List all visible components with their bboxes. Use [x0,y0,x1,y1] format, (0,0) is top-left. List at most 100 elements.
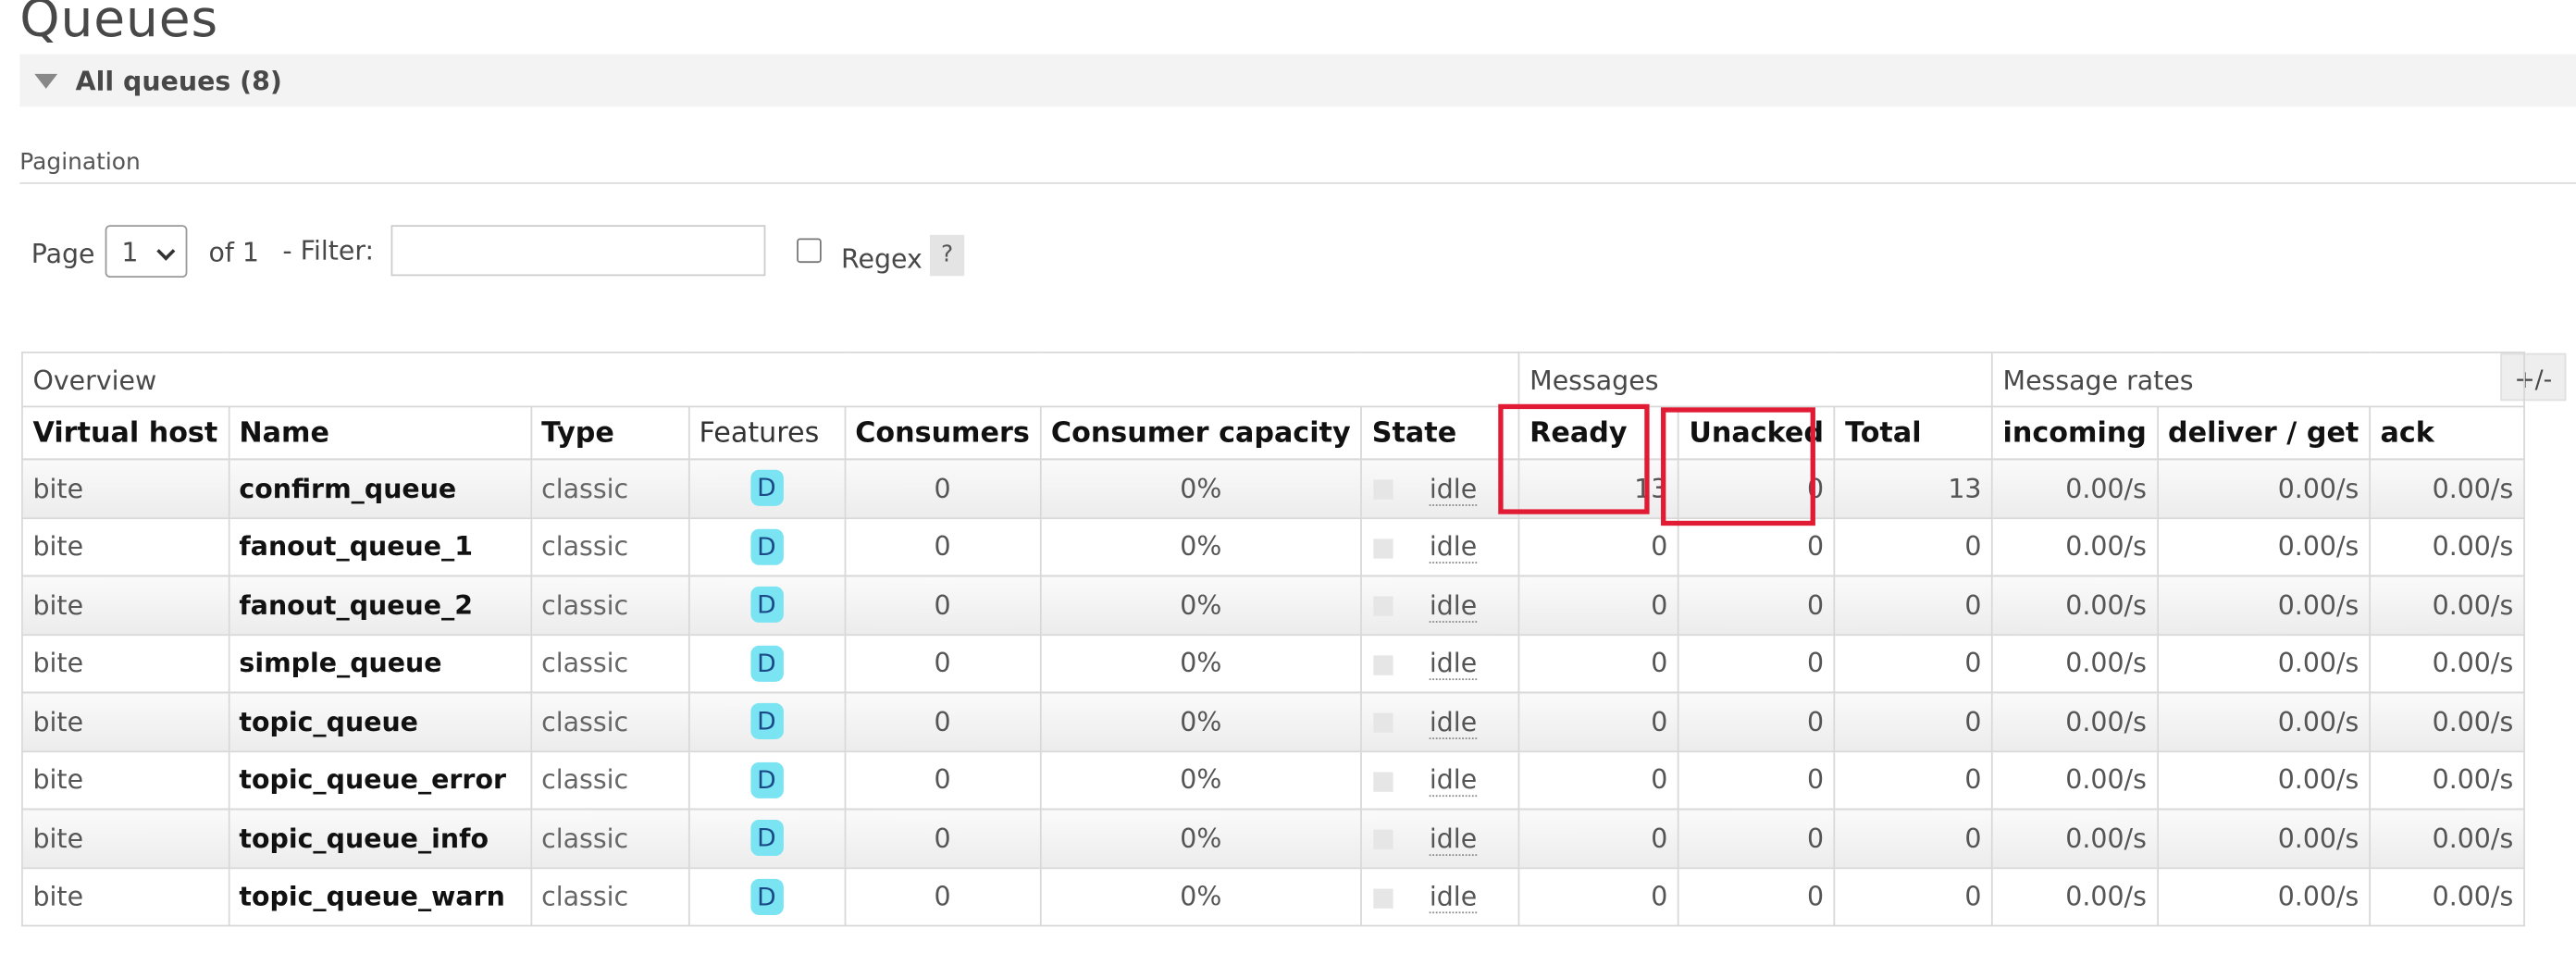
queue-name-link[interactable]: fanout_queue_2 [227,575,532,636]
cell-vhost: bite [21,808,229,869]
column-header-features: Features [687,405,846,461]
cell-deliver-get: 0.00/s [2156,575,2371,636]
cell-ready: 0 [1517,866,1679,927]
cell-total: 0 [1833,633,1993,694]
queues-page: Queues All queues (8) Pagination Page 1 … [0,0,2576,953]
regex-help-button[interactable]: ? [929,234,965,277]
collapse-triangle-icon [34,73,58,89]
queue-name-link[interactable]: fanout_queue_1 [227,516,532,577]
cell-consumers: 0 [843,575,1042,636]
cell-unacked: 0 [1677,808,1836,869]
cell-ack: 0.00/s [2369,749,2525,811]
cell-unacked: 0 [1677,691,1836,752]
cell-incoming: 0.00/s [1991,516,2159,577]
group-header-messages: Messages [1517,351,1993,408]
queue-name-link[interactable]: simple_queue [227,633,532,694]
column-header-consumer-capacity[interactable]: Consumer capacity [1039,405,1363,461]
queue-name-link[interactable]: confirm_queue [227,458,532,519]
cell-ack: 0.00/s [2369,633,2525,694]
cell-deliver-get: 0.00/s [2156,458,2371,519]
all-queues-section-toggle[interactable]: All queues (8) [19,54,2576,107]
state-indicator-icon [1373,830,1393,850]
cell-unacked: 0 [1677,749,1836,811]
state-label: idle [1429,647,1478,681]
queue-name-link[interactable]: topic_queue_warn [227,866,532,927]
cell-ack: 0.00/s [2369,575,2525,636]
column-header-total[interactable]: Total [1833,405,1993,461]
cell-consumers: 0 [843,458,1042,519]
state-label: idle [1429,823,1478,856]
cell-type: classic [529,516,689,577]
cell-vhost: bite [21,749,229,811]
state-indicator-icon [1373,538,1393,559]
cell-consumer-capacity: 0% [1039,633,1363,694]
queues-table: Overview Messages Message rates Virtual … [21,351,2525,927]
cell-total: 0 [1833,516,1993,577]
cell-ready: 0 [1517,575,1679,636]
divider [19,182,2576,184]
cell-incoming: 0.00/s [1991,458,2159,519]
page-title: Queues [19,0,219,50]
cell-consumers: 0 [843,808,1042,869]
column-header-type[interactable]: Type [529,405,689,461]
cell-consumers: 0 [843,749,1042,811]
cell-vhost: bite [21,516,229,577]
column-header-ack[interactable]: ack [2369,405,2525,461]
column-header-virtual-host[interactable]: Virtual host [21,405,229,461]
state-label: idle [1429,530,1478,564]
cell-deliver-get: 0.00/s [2156,866,2371,927]
state-label: idle [1429,881,1478,914]
column-header-deliver-get[interactable]: deliver / get [2156,405,2371,461]
cell-consumer-capacity: 0% [1039,575,1363,636]
table-row: bite confirm_queue classic D 0 0% idle 1… [21,458,2525,519]
page-select[interactable]: 1 [105,225,188,278]
regex-label: Regex [841,242,923,275]
state-indicator-icon [1373,713,1393,734]
state-indicator-icon [1373,596,1393,617]
state-indicator-icon [1373,888,1393,909]
column-header-consumers[interactable]: Consumers [843,405,1042,461]
column-header-incoming[interactable]: incoming [1991,405,2159,461]
cell-deliver-get: 0.00/s [2156,808,2371,869]
cell-consumers: 0 [843,866,1042,927]
cell-consumers: 0 [843,516,1042,577]
table-row: bite topic_queue_error classic D 0 0% id… [21,749,2525,811]
cell-consumer-capacity: 0% [1039,749,1363,811]
cell-consumers: 0 [843,691,1042,752]
queue-name-link[interactable]: topic_queue_info [227,808,532,869]
column-header-state[interactable]: State [1360,405,1520,461]
page-count-label: of 1 [208,236,259,268]
chevron-down-icon [156,241,176,261]
cell-total: 0 [1833,808,1993,869]
cell-type: classic [529,808,689,869]
cell-incoming: 0.00/s [1991,633,2159,694]
cell-ack: 0.00/s [2369,516,2525,577]
cell-vhost: bite [21,575,229,636]
durable-feature-badge: D [749,703,784,740]
unacked-highlight-box [1661,407,1815,526]
ready-highlight-box [1498,403,1650,514]
cell-unacked: 0 [1677,866,1836,927]
state-label: idle [1429,588,1478,623]
filter-input[interactable] [390,225,766,277]
cell-incoming: 0.00/s [1991,749,2159,811]
regex-checkbox[interactable] [797,238,822,264]
cell-ready: 0 [1517,691,1679,752]
cell-vhost: bite [21,691,229,752]
durable-feature-badge: D [749,587,784,624]
cell-consumer-capacity: 0% [1039,458,1363,519]
cell-ready: 0 [1517,749,1679,811]
cell-consumer-capacity: 0% [1039,808,1363,869]
queue-name-link[interactable]: topic_queue [227,691,532,752]
cell-unacked: 0 [1677,575,1836,636]
cell-ready: 0 [1517,808,1679,869]
cell-deliver-get: 0.00/s [2156,633,2371,694]
cell-type: classic [529,458,689,519]
cell-type: classic [529,633,689,694]
state-label: idle [1429,472,1478,506]
table-row: bite simple_queue classic D 0 0% idle 0 … [21,633,2525,694]
cell-deliver-get: 0.00/s [2156,749,2371,811]
queue-name-link[interactable]: topic_queue_error [227,749,532,811]
table-row: bite topic_queue_warn classic D 0 0% idl… [21,866,2525,927]
column-header-name[interactable]: Name [227,405,532,461]
